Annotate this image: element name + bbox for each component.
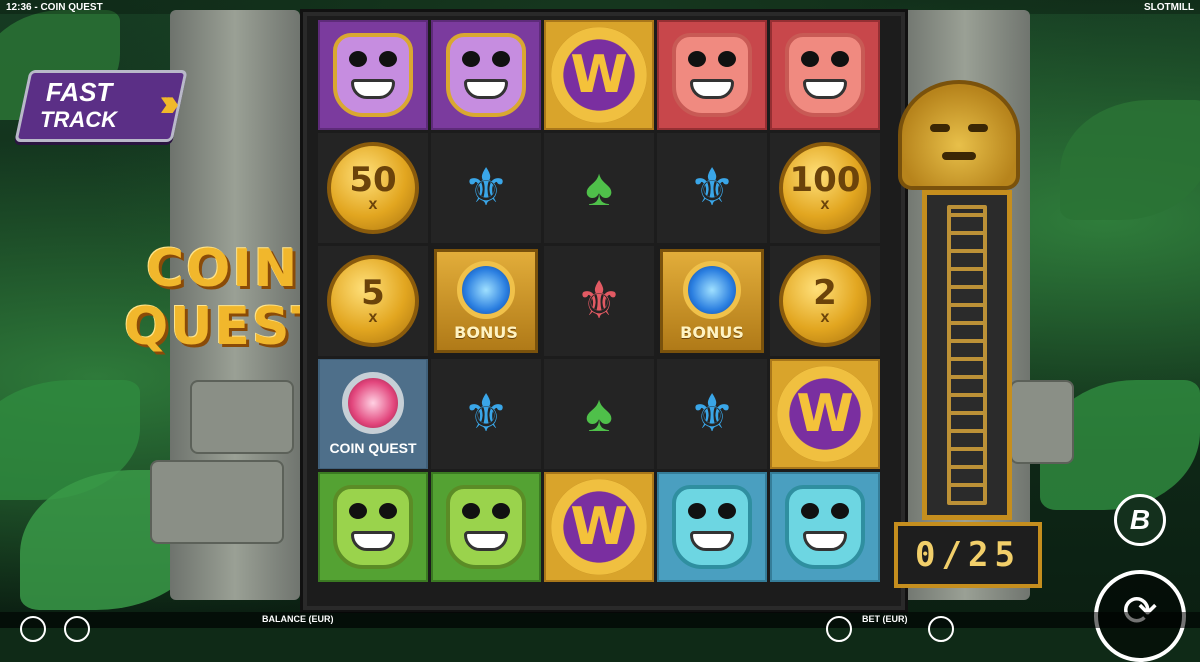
coin-symbol: 5x bbox=[327, 255, 419, 347]
reel-cell-gem-pink: ⚜ bbox=[544, 246, 654, 356]
pig-mask-icon bbox=[672, 33, 752, 117]
coin-multiplier: x bbox=[368, 196, 378, 213]
bet-plus-button[interactable] bbox=[928, 616, 954, 642]
reel-cell-wild: W bbox=[544, 472, 654, 582]
coin-quest-label: COIN QUEST bbox=[329, 440, 417, 456]
coin-value: 50 bbox=[349, 160, 397, 200]
reel-cell-wild: W bbox=[544, 20, 654, 130]
reel-cell-pig bbox=[770, 20, 880, 130]
monkey-mask-icon bbox=[333, 485, 413, 569]
snake-mask-icon bbox=[672, 485, 752, 569]
bottom-bar: BALANCE (EUR) BET (EUR) bbox=[0, 612, 1200, 642]
fast-track-label-1: FAST bbox=[45, 77, 113, 107]
brand-label: SLOTMILL bbox=[1144, 1, 1194, 13]
fast-track-button[interactable]: FAST TRACK ››› bbox=[14, 70, 188, 142]
reel-cell-coin: 5x bbox=[318, 246, 428, 356]
skull-mask-icon bbox=[446, 33, 526, 117]
reel-cell-skull bbox=[431, 20, 541, 130]
reel-cell-gem-blue: ⚜ bbox=[657, 359, 767, 469]
bonus-label: BONUS bbox=[454, 322, 518, 342]
reel-cell-gem-green: ♠ bbox=[544, 359, 654, 469]
gem-blue-icon: ⚜ bbox=[688, 385, 736, 443]
coin-quest-orb-icon bbox=[342, 372, 404, 434]
reel-cell-skull bbox=[318, 20, 428, 130]
reel-cell-bonus: BONUS bbox=[657, 246, 767, 356]
reel-cell-snake bbox=[657, 472, 767, 582]
totem-meter bbox=[922, 190, 1012, 520]
gem-blue-icon: ⚜ bbox=[462, 159, 510, 217]
pig-mask-icon bbox=[785, 33, 865, 117]
bonus-symbol: BONUS bbox=[434, 249, 538, 353]
stone-block bbox=[1010, 380, 1074, 464]
reel-cell-bonus: BONUS bbox=[431, 246, 541, 356]
coin-multiplier: x bbox=[820, 309, 830, 326]
reel-cell-gem-blue: ⚜ bbox=[431, 133, 541, 243]
coin-quest-symbol: COIN QUEST bbox=[320, 360, 426, 468]
skull-mask-icon bbox=[333, 33, 413, 117]
bonus-label: BONUS bbox=[680, 322, 744, 342]
reel-cell-coin-quest: COIN QUEST bbox=[318, 359, 428, 469]
reel-cell-pig bbox=[657, 20, 767, 130]
coin-value: 100 bbox=[789, 160, 861, 200]
reel-cell-gem-green: ♠ bbox=[544, 133, 654, 243]
bonus-orb-icon bbox=[457, 260, 515, 319]
wild-symbol: W bbox=[551, 479, 647, 575]
stone-block bbox=[150, 460, 284, 544]
bonus-orb-icon bbox=[683, 260, 741, 319]
maze-pattern bbox=[947, 205, 987, 505]
logo-line-1: COIN bbox=[146, 239, 300, 299]
gem-pink-icon: ⚜ bbox=[575, 272, 623, 330]
coin-symbol: 50 x bbox=[327, 142, 419, 234]
coin-multiplier: x bbox=[820, 196, 830, 213]
reel-cell-coin: 2x bbox=[770, 246, 880, 356]
time-and-title: 12:36 - COIN QUEST bbox=[6, 1, 103, 13]
bet-minus-button[interactable] bbox=[826, 616, 852, 642]
sound-button[interactable] bbox=[64, 616, 90, 642]
reel-cell-coin: 100 x bbox=[770, 133, 880, 243]
collection-counter: 0/25 bbox=[894, 522, 1042, 588]
bet-label: BET (EUR) bbox=[862, 614, 908, 624]
balance-label: BALANCE (EUR) bbox=[262, 614, 334, 624]
coin-symbol: 2x bbox=[779, 255, 871, 347]
reel-cell-monkey bbox=[318, 472, 428, 582]
wild-symbol: W bbox=[777, 366, 873, 462]
bonus-symbol: BONUS bbox=[660, 249, 764, 353]
coin-multiplier: x bbox=[368, 309, 378, 326]
reel-cell-coin: 50 x bbox=[318, 133, 428, 243]
coin-value: 5 bbox=[361, 273, 385, 313]
b-logo-button[interactable]: B bbox=[1114, 494, 1166, 546]
stone-block bbox=[190, 380, 294, 454]
game-logo: COIN QUEST bbox=[124, 239, 329, 357]
coin-symbol: 100 x bbox=[779, 142, 871, 234]
gem-green-icon: ♠ bbox=[585, 159, 613, 217]
menu-button[interactable] bbox=[20, 616, 46, 642]
coin-value: 2 bbox=[813, 273, 837, 313]
reel-cell-monkey bbox=[431, 472, 541, 582]
reel-cell-snake bbox=[770, 472, 880, 582]
fast-track-label-2: TRACK bbox=[40, 107, 118, 132]
gem-green-icon: ♠ bbox=[585, 385, 613, 443]
reel-grid: W 50 x ⚜ ♠ ⚜ 100 x 5 x BONUS ⚜ BONUS 2 x COIN QUEST ⚜ ♠ ⚜ W… bbox=[318, 20, 882, 586]
totem-head-icon bbox=[898, 80, 1020, 190]
gem-blue-icon: ⚜ bbox=[462, 385, 510, 443]
gem-blue-icon: ⚜ bbox=[688, 159, 736, 217]
reel-cell-wild: W bbox=[770, 359, 880, 469]
reel-cell-gem-blue: ⚜ bbox=[431, 359, 541, 469]
wild-symbol: W bbox=[551, 27, 647, 123]
snake-mask-icon bbox=[785, 485, 865, 569]
chevron-right-icon: ››› bbox=[159, 81, 170, 125]
reel-cell-gem-blue: ⚜ bbox=[657, 133, 767, 243]
monkey-mask-icon bbox=[446, 485, 526, 569]
logo-line-2: QUEST bbox=[124, 297, 329, 357]
